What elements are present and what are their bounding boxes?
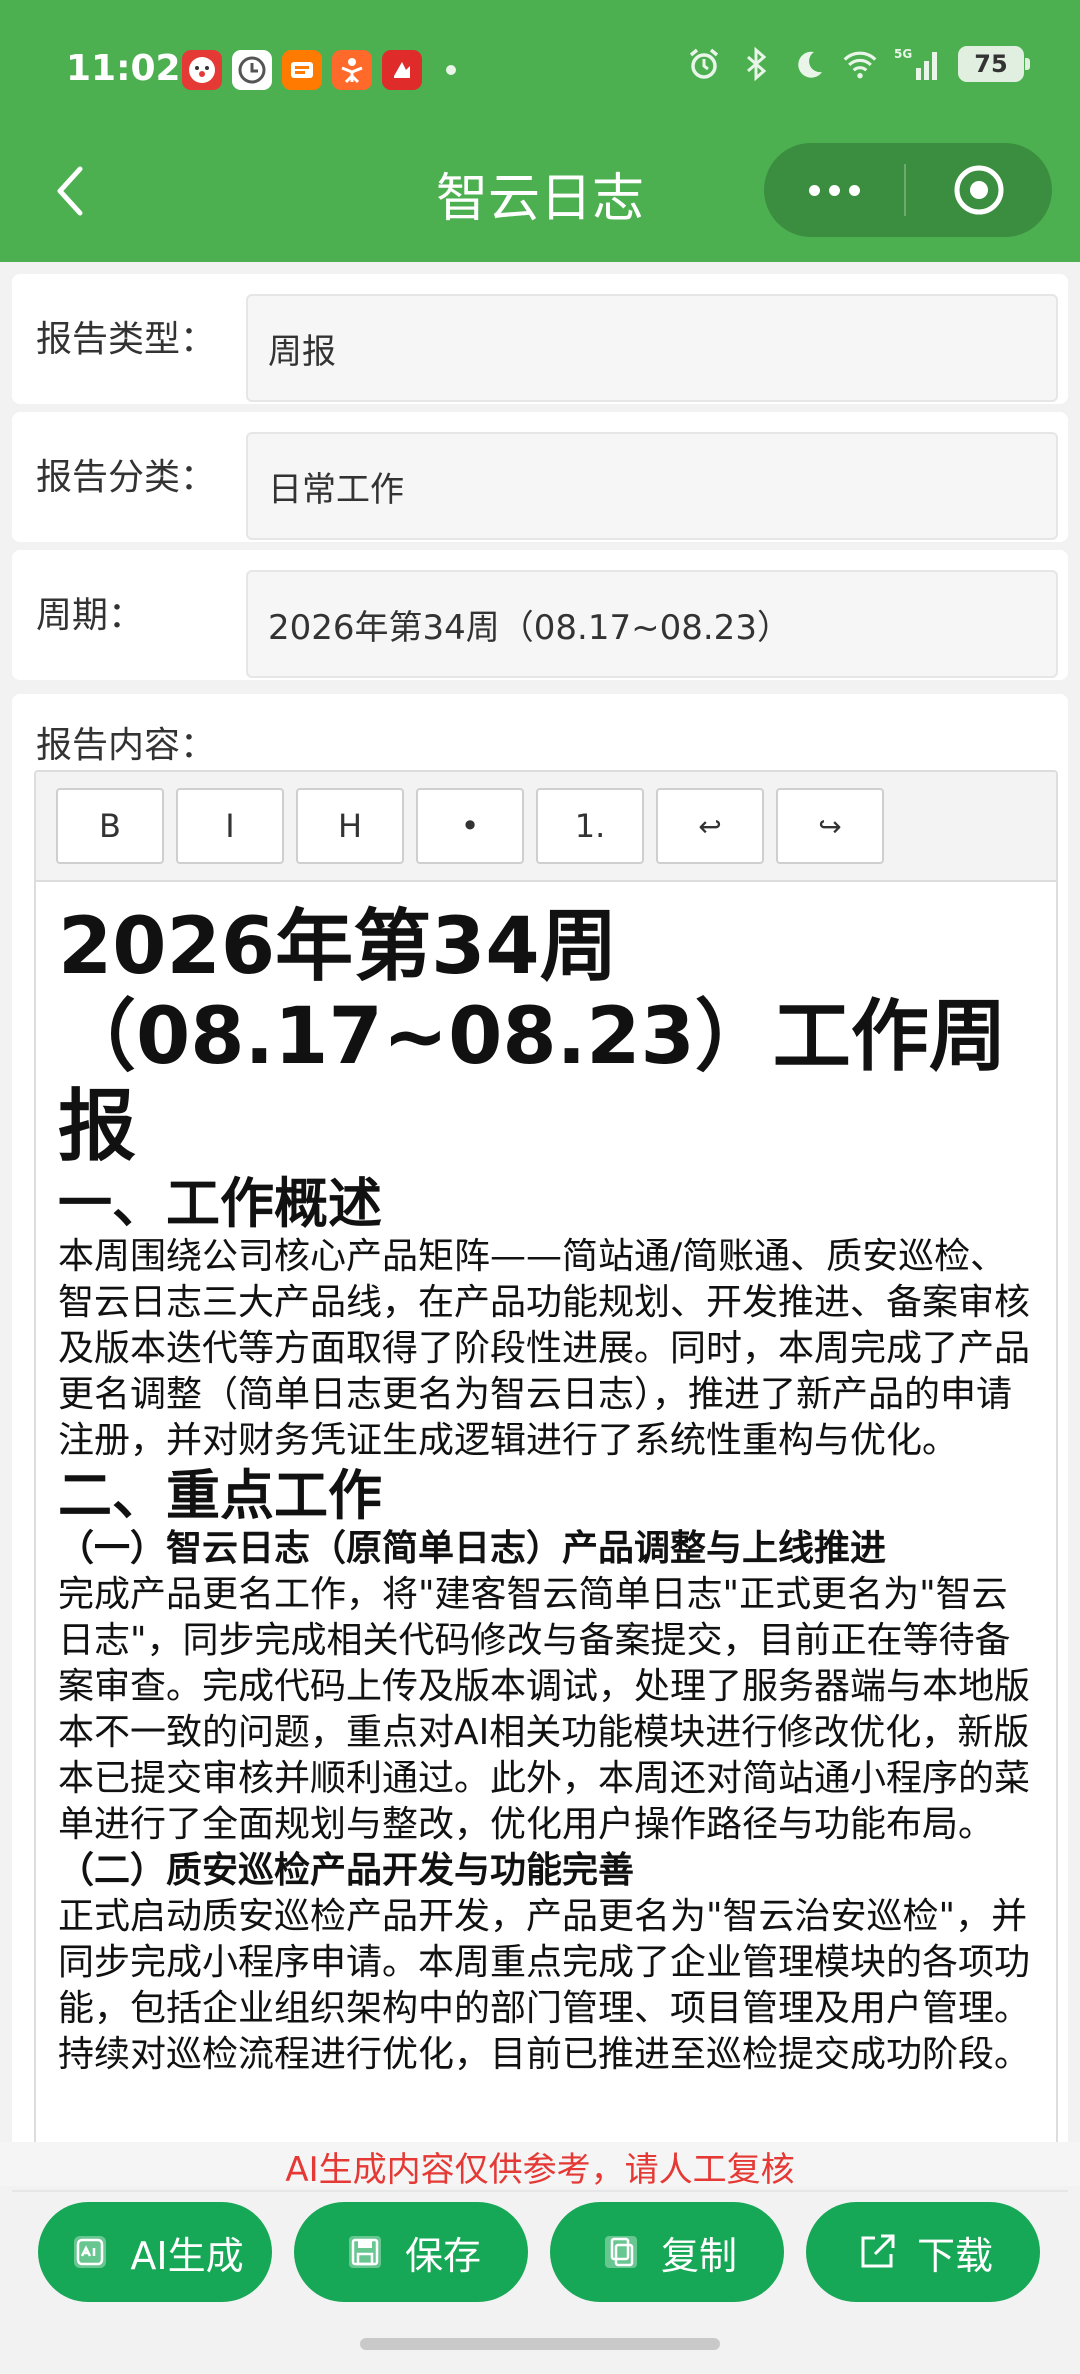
notification-icons	[182, 50, 456, 90]
taobao-app-icon	[282, 50, 322, 90]
home-indicator[interactable]	[360, 2338, 720, 2350]
bold-button[interactable]: B	[56, 788, 164, 864]
subsection2-heading: （二）质安巡检产品开发与功能完善	[58, 1850, 635, 1891]
external-link-icon	[853, 2228, 901, 2276]
svg-text:5G: 5G	[894, 47, 912, 61]
subsection2-paragraph: 正式启动质安巡检产品开发，产品更名为"智云治安巡检"，并同步完成小程序申请。本周…	[58, 1896, 1031, 2075]
ai-disclaimer: AI生成内容仅供参考，请人工复核	[0, 2142, 1080, 2190]
report-category-field[interactable]: 日常工作	[246, 432, 1058, 540]
copy-icon	[597, 2228, 645, 2276]
system-status-icons: 5G 75	[686, 46, 1030, 82]
undo-button[interactable]: ↩	[656, 788, 764, 864]
document-title-line2: （08.17~08.23）工作周报	[58, 992, 1007, 1172]
report-type-label: 报告类型：	[36, 319, 217, 360]
italic-button[interactable]: I	[176, 788, 284, 864]
download-label: 下载	[916, 2233, 993, 2278]
wifi-icon	[842, 46, 878, 82]
save-label: 保存	[404, 2233, 481, 2278]
person-app-icon	[332, 50, 372, 90]
ai-generate-button[interactable]: AI生成	[38, 2202, 272, 2302]
alarm-icon	[686, 46, 722, 82]
subsection1-paragraph: 完成产品更名工作，将"建客智云简单日志"正式更名为"智云日志"，同步完成相关代码…	[58, 1574, 1031, 1845]
clown-app-icon	[182, 50, 222, 90]
copy-label: 复制	[660, 2233, 737, 2278]
battery-indicator: 75	[958, 46, 1030, 82]
section2-heading: 二、重点工作	[58, 1464, 382, 1527]
rich-text-editor[interactable]: B I H • 1. ↩ ↪ 2026年第34周 （08.17~08.23）工作…	[34, 770, 1058, 2170]
section1-paragraph: 本周围绕公司核心产品矩阵——简站通/简账通、质安巡检、智云日志三大产品线，在产品…	[58, 1236, 1031, 1461]
bullet-list-button[interactable]: •	[416, 788, 524, 864]
report-category-row: 报告分类： 日常工作	[12, 412, 1068, 542]
capsule-close-button[interactable]	[906, 143, 1052, 237]
status-time: 11:02	[66, 48, 181, 89]
document-title-line1: 2026年第34周	[58, 902, 618, 992]
more-notifications-icon	[446, 65, 456, 75]
bluetooth-icon	[738, 46, 774, 82]
floppy-icon	[341, 2228, 389, 2276]
bottom-divider	[12, 2190, 1068, 2192]
ai-chip-icon	[66, 2228, 114, 2276]
ordered-list-button[interactable]: 1.	[536, 788, 644, 864]
copy-button[interactable]: 复制	[550, 2202, 784, 2302]
report-content-label: 报告内容：	[36, 725, 217, 766]
signal-icon: 5G	[894, 46, 942, 82]
moon-icon	[790, 46, 826, 82]
save-button[interactable]: 保存	[294, 2202, 528, 2302]
target-circle-icon	[954, 165, 1004, 215]
report-category-label: 报告分类：	[36, 457, 217, 498]
editor-content[interactable]: 2026年第34周 （08.17~08.23）工作周报 一、工作概述 本周围绕公…	[58, 902, 1036, 2078]
period-field[interactable]: 2026年第34周（08.17~08.23）	[246, 570, 1058, 678]
app-header: 11:02 5G 75 智云日志	[0, 0, 1080, 262]
report-type-row: 报告类型： 周报	[12, 274, 1068, 404]
clock-app-icon	[232, 50, 272, 90]
section1-heading: 一、工作概述	[58, 1172, 382, 1235]
heading-button[interactable]: H	[296, 788, 404, 864]
redo-button[interactable]: ↪	[776, 788, 884, 864]
report-type-field[interactable]: 周报	[246, 294, 1058, 402]
miniprogram-capsule	[764, 143, 1052, 237]
kuaishou-app-icon	[382, 50, 422, 90]
editor-toolbar: B I H • 1. ↩ ↪	[36, 772, 1056, 882]
capsule-more-button[interactable]	[764, 143, 904, 237]
report-content-card: 报告内容： B I H • 1. ↩ ↪ 2026年第34周 （08.17~08…	[12, 694, 1068, 2170]
ai-generate-label: AI生成	[130, 2233, 244, 2278]
period-row: 周期： 2026年第34周（08.17~08.23）	[12, 550, 1068, 680]
download-button[interactable]: 下载	[806, 2202, 1040, 2302]
subsection1-heading: （一）智云日志（原简单日志）产品调整与上线推进	[58, 1528, 887, 1569]
period-label: 周期：	[36, 595, 145, 636]
status-bar: 11:02 5G 75	[0, 0, 1080, 140]
